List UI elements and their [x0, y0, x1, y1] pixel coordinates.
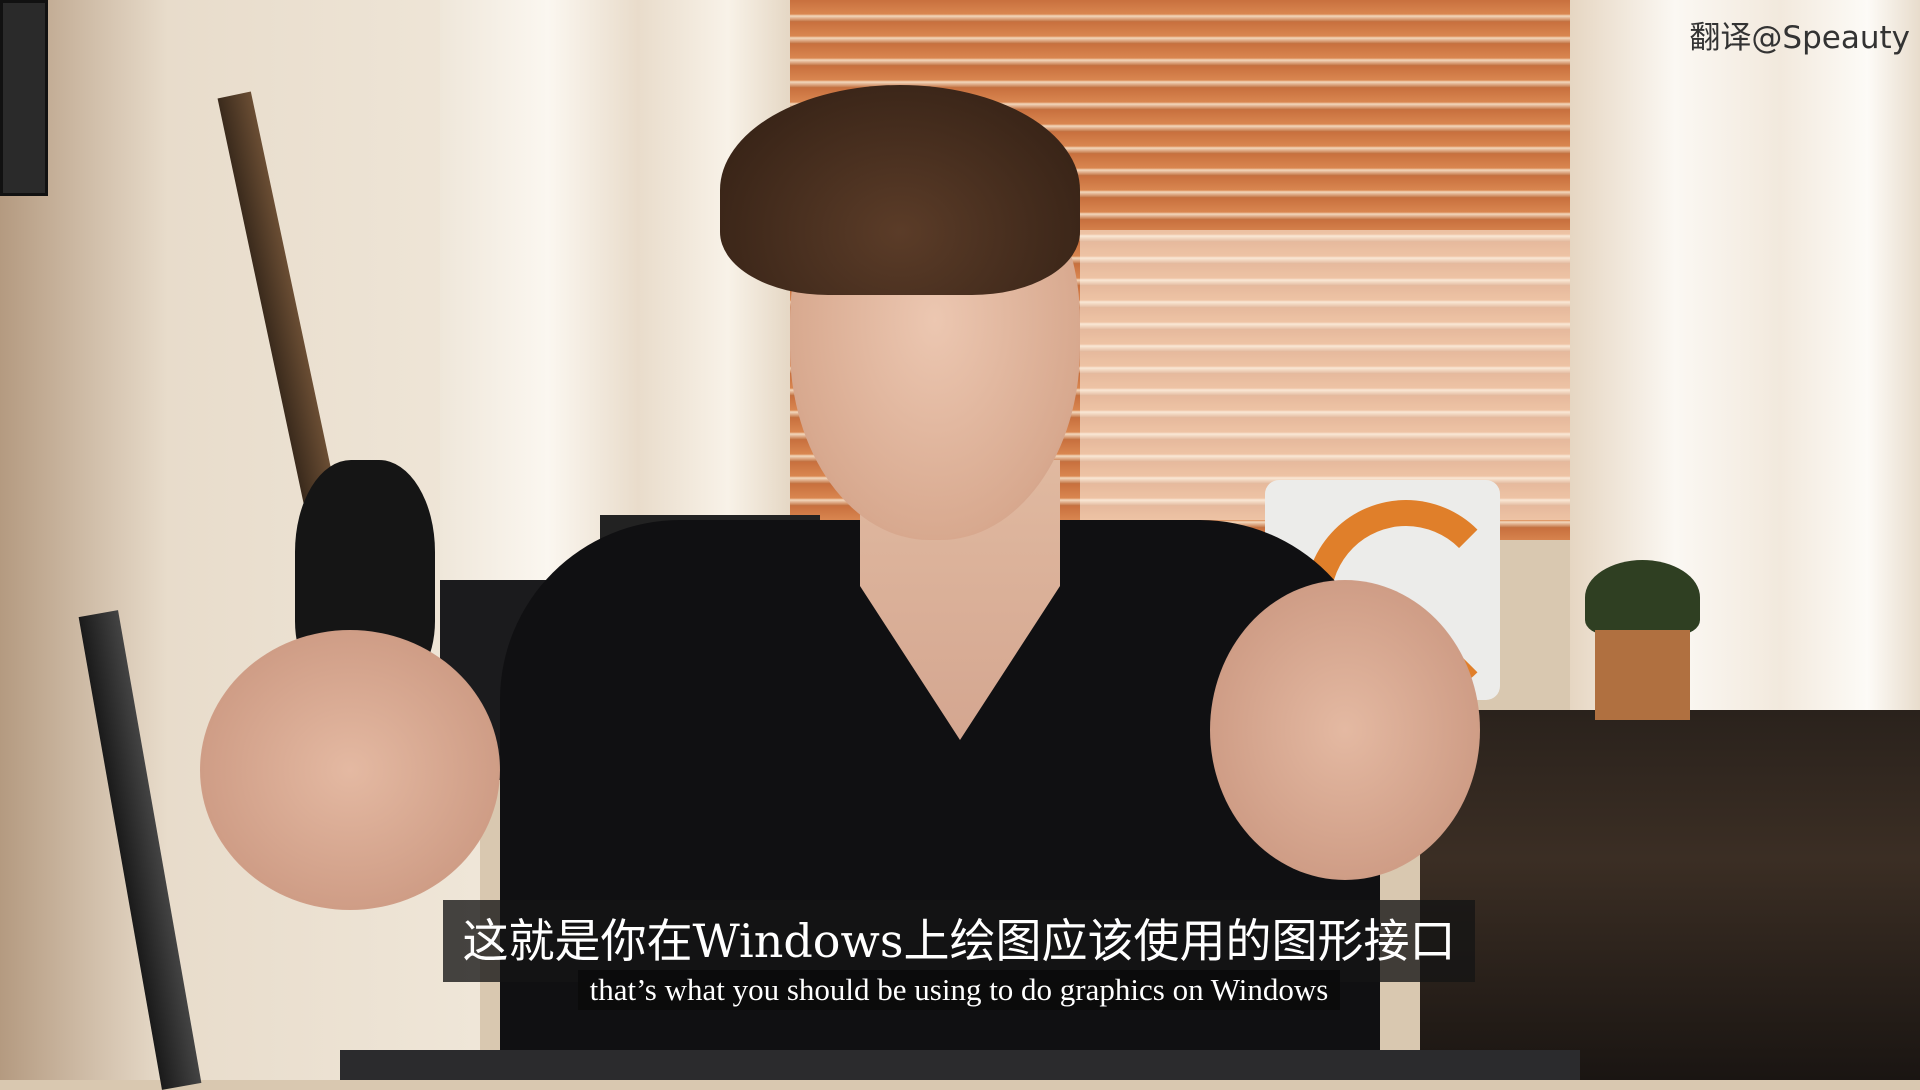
- laptop-edge: [340, 1050, 1580, 1080]
- left-hand: [200, 630, 500, 910]
- right-hand: [1210, 580, 1480, 880]
- plant: [1585, 560, 1700, 635]
- plant-pot: [1595, 630, 1690, 720]
- wall-picture-frame: [0, 0, 48, 196]
- translator-watermark: 翻译@Speauty: [1689, 20, 1910, 56]
- subtitle-english: that’s what you should be using to do gr…: [578, 970, 1340, 1010]
- person-hair: [720, 85, 1080, 295]
- desk: [1420, 710, 1920, 1080]
- window-light: [1080, 230, 1570, 520]
